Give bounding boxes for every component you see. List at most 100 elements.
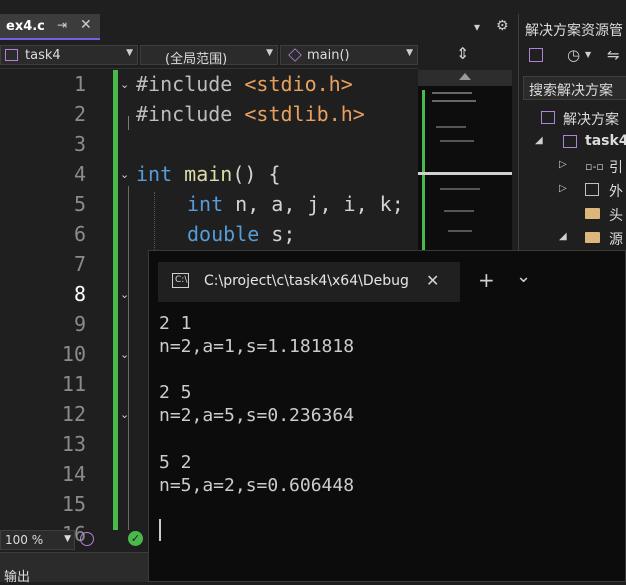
tree-item-references[interactable]: ▷ ▫-▫ 引 [519,154,626,178]
title-strip [0,0,626,14]
swap-arrows-icon[interactable]: ⇋ [607,46,620,64]
chevron-down-icon: ▼ [406,48,413,58]
close-icon[interactable]: ✕ [426,271,439,290]
console-output: 2 1 n=2,a=1,s=1.181818 2 5 n=2,a=5,s=0.2… [149,309,625,579]
tab-menu-dropdown-icon[interactable]: ⌄ [516,266,531,287]
output-panel-header[interactable]: 输出 [0,552,148,585]
line-number: 13 [61,432,86,456]
solution-search-input[interactable]: 搜索解决方案 [523,76,626,100]
scroll-up-button[interactable] [418,70,512,86]
folder-icon [585,208,600,219]
project-icon [563,135,577,148]
external-deps-icon [585,183,599,196]
pin-icon[interactable]: ⇥ [57,18,67,32]
tree-item-label: 解决方案 [563,112,619,128]
chevron-down-icon[interactable]: ▼ [585,50,591,59]
fold-chevron-icon[interactable]: ⌄ [120,78,129,91]
scope-dropdown[interactable]: (全局范围) ▼ [140,45,278,67]
minimap-code-preview [440,188,480,190]
zoom-dropdown[interactable]: 100 % ▼ [0,530,75,550]
fold-chevron-icon[interactable]: ⌄ [120,168,129,181]
tree-item-external[interactable]: ▷ 外 [519,178,626,202]
intellicode-icon[interactable] [80,532,94,546]
tree-item-label: 头 [609,208,623,224]
console-line: 2 5 [159,382,192,403]
fold-chevron-icon[interactable]: ⌄ [120,408,129,421]
line-number: 8 [73,282,86,306]
line-number: 10 [61,342,86,366]
tab-list-dropdown-icon[interactable]: ▾ [474,20,480,34]
code-line-1: #include <stdio.h> [136,72,353,96]
console-line: 5 2 [159,452,192,473]
gear-icon[interactable]: ⚙ [496,18,509,34]
line-number: 14 [61,462,86,486]
tree-item-label: task4 [585,133,626,149]
tab-filename: ex4.c [6,19,45,34]
text-cursor [159,519,161,541]
history-icon[interactable]: ◷ [567,46,580,64]
tree-item-label: 引 [609,160,623,176]
console-tab-title: C:\project\c\task4\x64\Debug [204,273,409,289]
minimap-green-bar [422,90,425,250]
tree-item-solution[interactable]: 解决方案 [519,106,626,130]
line-number: 5 [73,192,86,216]
folder-icon [585,232,600,243]
console-app-icon: C:\ [172,273,189,288]
line-number-gutter: 1 2 3 4 5 6 7 8 9 10 11 12 13 14 15 16 [0,70,112,546]
console-line: n=2,a=1,s=1.181818 [159,336,355,357]
solution-explorer: 解决方案资源管 ◷ ▼ ⇋ 搜索解决方案 解决方案 ◢ task4 ▷ ▫-▫ … [518,14,626,250]
new-tab-button[interactable]: + [478,268,495,292]
fold-chevron-icon[interactable]: ⌄ [120,288,129,301]
check-ok-icon[interactable]: ✓ [128,531,143,546]
code-line-5: int n, a, j, i, k; [187,192,404,216]
scope-dropdown-label: (全局范围) [165,52,228,67]
code-line-2: #include <stdlib.h> [136,102,365,126]
line-number: 12 [61,402,86,426]
tree-item-sources[interactable]: ◢ 源 [519,226,626,250]
tree-item-project[interactable]: ◢ task4 [519,130,626,154]
output-label: 输出 [4,570,31,585]
line-number: 2 [73,102,86,126]
line-number: 15 [61,492,86,516]
minimap-code-preview [436,126,466,128]
close-icon[interactable]: ✕ [80,17,92,33]
expand-triangle-icon[interactable]: ◢ [559,231,567,242]
chevron-down-icon: ▼ [126,48,133,58]
console-tab[interactable]: C:\ C:\project\c\task4\x64\Debug ✕ [158,262,460,302]
project-dropdown[interactable]: task4 ▼ [0,45,138,65]
minimap[interactable] [418,70,512,250]
zoom-level: 100 % [5,533,44,547]
fold-chevron-icon[interactable]: ⌄ [120,348,129,361]
collapsed-triangle-icon[interactable]: ▷ [559,183,567,194]
line-number: 9 [73,312,86,336]
solution-toolbar: ◷ ▼ ⇋ [519,42,626,72]
minimap-code-preview [432,100,476,102]
function-dropdown[interactable]: main() ▼ [280,45,418,65]
solution-explorer-title: 解决方案资源管 [525,23,623,39]
code-line-6: double s; [187,222,296,246]
tab-ex4-c[interactable]: ex4.c ⇥ ✕ [0,14,100,40]
minimap-code-preview [444,210,474,212]
chevron-down-icon: ▼ [266,48,273,58]
split-editor-icon[interactable]: ⇕ [456,44,469,63]
collapsed-triangle-icon[interactable]: ▷ [559,159,567,170]
minimap-code-preview [432,92,472,94]
line-number: 7 [73,252,86,276]
line-number: 1 [73,72,86,96]
solution-icon [541,111,555,124]
project-dropdown-label: task4 [25,48,61,63]
tree-item-headers[interactable]: 头 [519,202,626,226]
minimap-code-preview [448,230,472,232]
cube-icon [288,48,302,62]
tree-item-label: 源 [609,232,623,248]
solution-search-placeholder: 搜索解决方案 [529,83,613,99]
expand-triangle-icon[interactable]: ◢ [535,135,543,146]
vs-sync-icon[interactable] [529,48,543,62]
chevron-down-icon: ▼ [64,534,71,544]
minimap-code-preview [440,140,474,142]
minimap-viewport[interactable] [418,172,512,175]
triangle-up-icon [459,73,471,80]
line-number: 11 [61,372,86,396]
line-number: 4 [73,162,86,186]
function-dropdown-label: main() [307,48,350,63]
